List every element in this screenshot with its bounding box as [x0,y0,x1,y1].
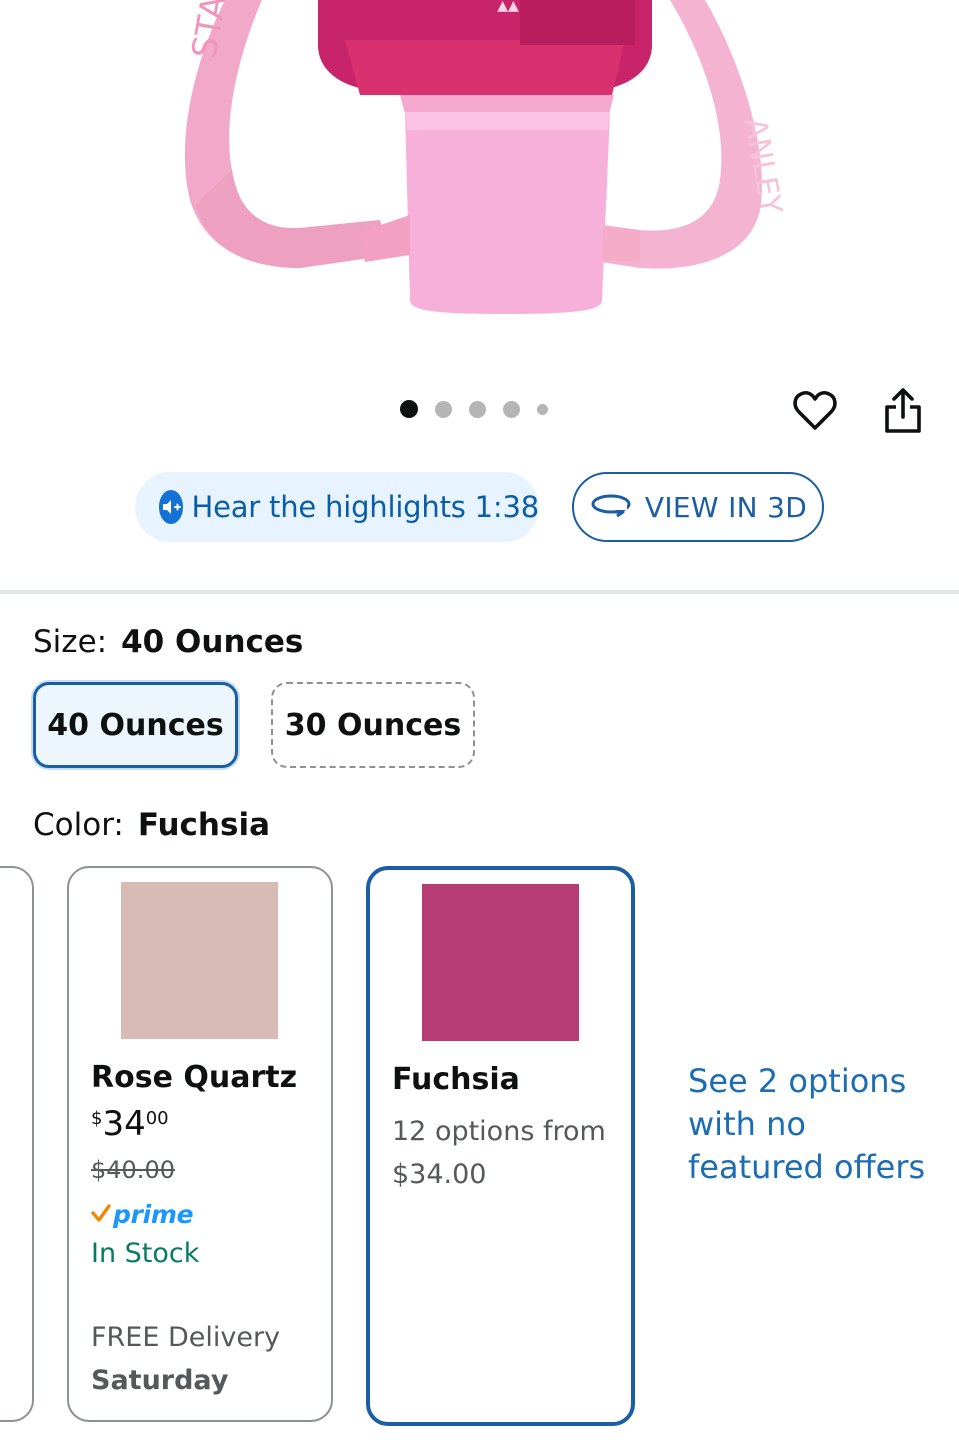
share-icon[interactable] [882,387,924,435]
delivery-day: Saturday [91,1365,229,1396]
color-card-fuchsia[interactable]: Fuchsia 12 options from $34.00 [366,866,635,1426]
price-symbol: $ [91,1108,103,1129]
carousel-dot[interactable] [469,400,486,418]
size-option-30-ounces[interactable]: 30 Ounces [271,682,475,768]
options-price: $34.00 [392,1159,487,1190]
carousel-dot[interactable] [503,400,520,418]
size-option-40-ounces[interactable]: 40 Ounces [33,682,238,768]
size-selected-value: 40 Ounces [121,624,304,660]
prime-label: prime [113,1200,194,1229]
heart-icon[interactable] [792,388,838,434]
svg-text:▲▲: ▲▲ [497,0,519,14]
carousel-dot[interactable] [400,400,418,418]
color-name: Rose Quartz [91,1060,298,1095]
see-more-options-link[interactable]: See 2 options with no featured offers [688,1060,928,1189]
delivery-info: FREE Delivery [91,1322,281,1353]
rotate-3d-icon [589,492,633,522]
color-swatch [121,882,278,1039]
color-swatch [422,884,579,1041]
carousel-dot[interactable] [435,400,452,418]
section-divider [0,590,959,594]
price-whole: 34 [102,1104,146,1144]
tumbler-sling-illustration: STA ANLEY ▲▲ [184,0,789,314]
prime-check-icon [91,1203,111,1226]
color-selected-value: Fuchsia [137,807,270,843]
view-in-3d-label: VIEW IN 3D [644,490,808,524]
view-in-3d-button[interactable]: VIEW IN 3D [572,472,824,542]
price-fraction: 00 [145,1108,169,1129]
color-card-rose-quartz[interactable]: Rose Quartz $3400 $40.00 prime In Stock … [67,866,333,1422]
options-count: 12 options from [392,1116,606,1147]
hear-highlights-label: Hear the highlights 1:38 [191,490,539,524]
prime-badge: prime [91,1200,194,1229]
color-name: Fuchsia [392,1062,520,1097]
size-key: Size: [33,624,108,660]
price: $3400 [91,1104,169,1144]
color-key: Color: [33,807,124,843]
color-card-partial[interactable] [0,866,34,1422]
product-page: STA ANLEY ▲▲ Hear the highlights 1:38 VI… [0,0,959,1440]
speaker-icon [159,490,184,524]
hear-highlights-button[interactable]: Hear the highlights 1:38 [135,472,539,542]
carousel-dot[interactable] [537,403,548,415]
options-from: 12 options from $34.00 [392,1110,632,1196]
image-carousel-dots[interactable] [400,400,565,418]
size-label: Size: 40 Ounces [33,624,303,660]
stock-status: In Stock [91,1238,200,1269]
list-price: $40.00 [91,1156,175,1184]
color-label: Color: Fuchsia [33,807,270,843]
product-image[interactable]: STA ANLEY ▲▲ [0,0,959,370]
